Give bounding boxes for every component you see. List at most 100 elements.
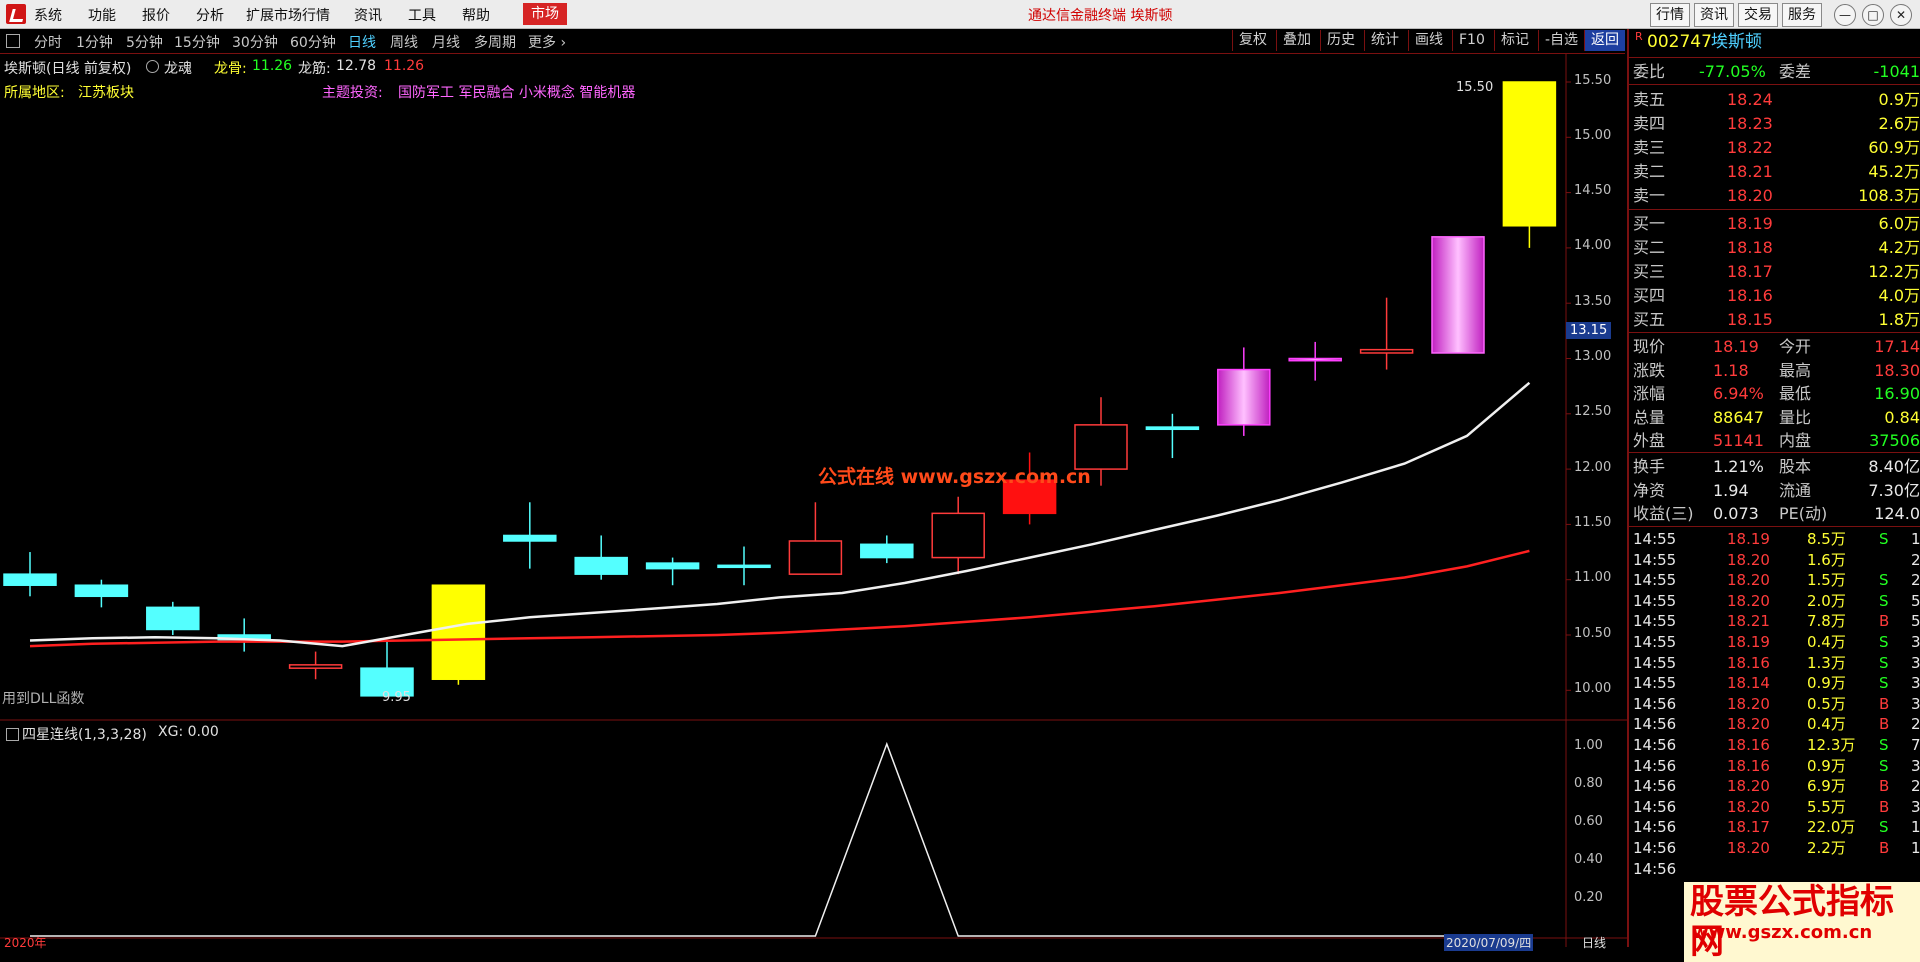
stat-label: 收益(三) xyxy=(1633,502,1694,525)
menu-system[interactable]: 系统 xyxy=(34,5,62,25)
market-tab[interactable]: 市场 xyxy=(523,3,567,25)
stat-label: 外盘 xyxy=(1633,429,1665,452)
stat-label: 涨幅 xyxy=(1633,382,1665,405)
close-icon[interactable]: ✕ xyxy=(1890,4,1912,26)
tick-side: S xyxy=(1879,756,1889,776)
stat-value: 0.84 xyxy=(1884,406,1920,429)
high-price-label: 15.50 xyxy=(1456,80,1493,95)
tool-return[interactable]: 返回 xyxy=(1584,30,1625,51)
bid-volume: 6.0万 xyxy=(1879,212,1920,235)
bid-volume: 1.8万 xyxy=(1879,308,1920,331)
tool-mark[interactable]: 标记 xyxy=(1494,30,1535,51)
tick-time: 14:56 xyxy=(1633,817,1676,837)
tick-time: 14:56 xyxy=(1633,735,1676,755)
kline-chart[interactable] xyxy=(0,54,1627,947)
period-multi[interactable]: 多周期 xyxy=(474,32,516,52)
stat-value: 16.90 xyxy=(1874,382,1920,405)
period-1min[interactable]: 1分钟 xyxy=(76,32,113,52)
menu-quote[interactable]: 报价 xyxy=(142,5,170,25)
menu-extended-market[interactable]: 扩展市场行情 xyxy=(246,5,330,25)
sub-toggle-icon[interactable] xyxy=(6,728,19,741)
menu-function[interactable]: 功能 xyxy=(88,5,116,25)
ask-volume: 0.9万 xyxy=(1879,88,1920,111)
period-monthly[interactable]: 月线 xyxy=(432,32,460,52)
tick-side: S xyxy=(1879,591,1889,611)
candle-body xyxy=(932,513,984,557)
stat-value: 124.0 xyxy=(1874,502,1920,525)
minimize-icon[interactable]: — xyxy=(1834,4,1856,26)
candle-body xyxy=(4,574,56,585)
bid-price: 18.16 xyxy=(1727,284,1773,307)
app-logo-icon xyxy=(6,4,26,24)
tick-volume: 1.6万 xyxy=(1807,550,1846,570)
candle-body xyxy=(575,558,627,575)
tool-adjust[interactable]: 复权 xyxy=(1232,30,1273,51)
tool-f10[interactable]: F10 xyxy=(1452,30,1491,51)
tool-stats[interactable]: 统计 xyxy=(1364,30,1405,51)
tick-price: 18.21 xyxy=(1727,611,1770,631)
chart-watermark: 公式在线 www.gszx.com.cn xyxy=(818,462,1091,489)
tick-price: 18.16 xyxy=(1727,653,1770,673)
stat-label: 今开 xyxy=(1779,335,1811,358)
stat-value: 18.30 xyxy=(1874,359,1920,382)
candle-body xyxy=(290,665,342,668)
service-button[interactable]: 服务 xyxy=(1782,3,1822,27)
region-value: 江苏板块 xyxy=(78,82,134,102)
tool-watchlist[interactable]: -自选 xyxy=(1538,30,1584,51)
tick-row: 14:5618.206.9万B2 xyxy=(1629,776,1920,796)
bid-row: 买一18.196.0万 xyxy=(1629,212,1920,235)
period-more[interactable]: 更多 › xyxy=(528,32,566,52)
tick-row: 14:5618.200.4万B2 xyxy=(1629,714,1920,734)
white-ma-line xyxy=(30,383,1529,646)
period-5min[interactable]: 5分钟 xyxy=(126,32,163,52)
period-daily[interactable]: 日线 xyxy=(348,32,376,52)
divider xyxy=(1629,84,1920,85)
bid-price: 18.15 xyxy=(1727,308,1773,331)
tick-price: 18.20 xyxy=(1727,694,1770,714)
stat-label: 最高 xyxy=(1779,359,1811,382)
date-left: 2020年 xyxy=(4,934,47,951)
stat-label: 涨跌 xyxy=(1633,359,1665,382)
stat-value: 37506 xyxy=(1869,429,1920,452)
indicator-name: 龙魂 xyxy=(164,58,192,78)
tick-price: 18.16 xyxy=(1727,756,1770,776)
ask-label: 卖一 xyxy=(1633,184,1665,207)
divider xyxy=(1629,452,1920,453)
tick-time: 14:55 xyxy=(1633,591,1676,611)
period-timeshare[interactable]: 分时 xyxy=(34,32,62,52)
tick-row: 14:5618.1722.0万S1 xyxy=(1629,817,1920,837)
menu-tools[interactable]: 工具 xyxy=(408,5,436,25)
tool-draw[interactable]: 画线 xyxy=(1408,30,1449,51)
news-button[interactable]: 资讯 xyxy=(1694,3,1734,27)
quote-button[interactable]: 行情 xyxy=(1650,3,1690,27)
ask-volume: 2.6万 xyxy=(1879,112,1920,135)
candle-body xyxy=(1146,427,1198,429)
menu-help[interactable]: 帮助 xyxy=(462,5,490,25)
tick-price: 18.20 xyxy=(1727,714,1770,734)
stat-label: 净资 xyxy=(1633,479,1665,502)
y-tick: 13.00 xyxy=(1574,349,1611,364)
y-tick: 14.00 xyxy=(1574,238,1611,253)
tick-count: 2 xyxy=(1911,714,1920,734)
menu-analysis[interactable]: 分析 xyxy=(196,5,224,25)
tool-history[interactable]: 历史 xyxy=(1320,30,1361,51)
tick-volume: 0.4万 xyxy=(1807,714,1846,734)
stat-value: 7.30亿 xyxy=(1868,479,1920,502)
tick-price: 18.19 xyxy=(1727,632,1770,652)
tick-volume: 2.0万 xyxy=(1807,591,1846,611)
period-30min[interactable]: 30分钟 xyxy=(232,32,278,52)
indicator-toggle-icon[interactable] xyxy=(146,60,159,73)
ask-label: 卖二 xyxy=(1633,160,1665,183)
panel-toggle-icon[interactable] xyxy=(6,34,20,48)
period-weekly[interactable]: 周线 xyxy=(390,32,418,52)
tick-row: 14:5518.140.9万S3 xyxy=(1629,673,1920,693)
period-15min[interactable]: 15分钟 xyxy=(174,32,220,52)
stat-value: 1.21% xyxy=(1713,455,1764,478)
menu-news[interactable]: 资讯 xyxy=(354,5,382,25)
y-tick: 11.50 xyxy=(1574,515,1611,530)
trade-button[interactable]: 交易 xyxy=(1738,3,1778,27)
period-60min[interactable]: 60分钟 xyxy=(290,32,336,52)
candle-body xyxy=(718,565,770,567)
maximize-icon[interactable]: □ xyxy=(1862,4,1884,26)
tool-overlay[interactable]: 叠加 xyxy=(1276,30,1317,51)
